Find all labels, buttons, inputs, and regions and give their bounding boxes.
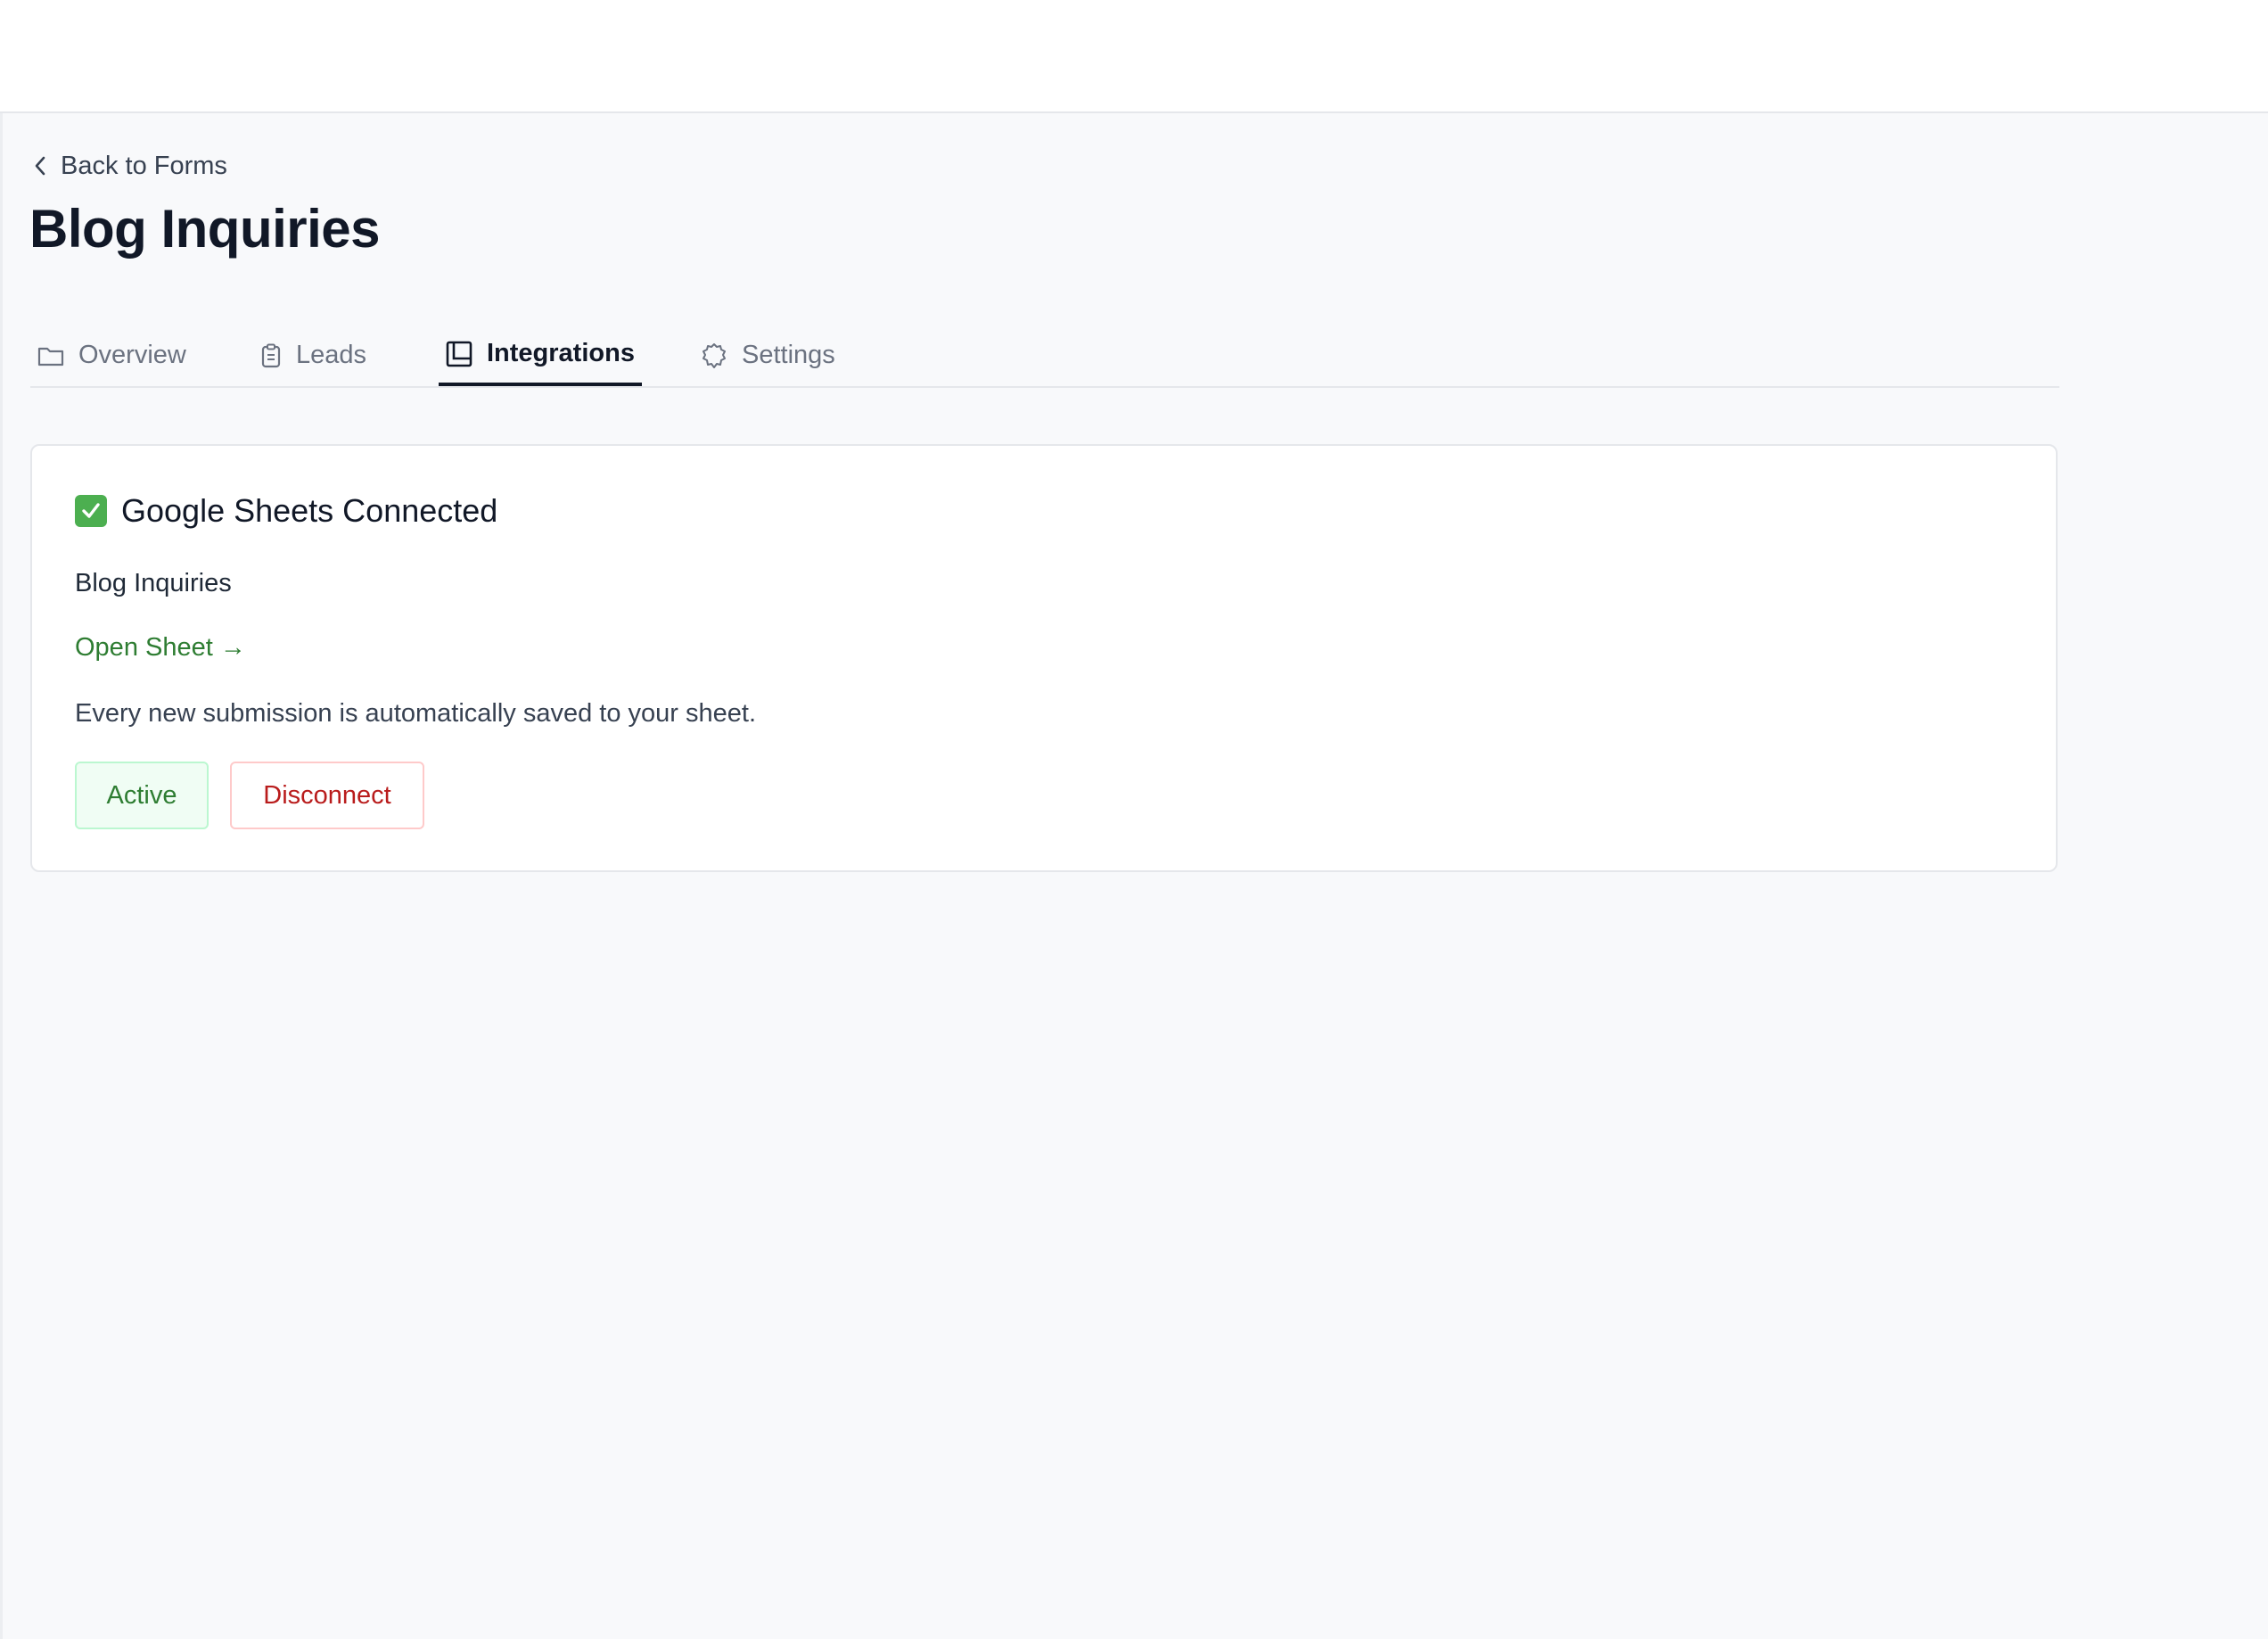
tab-settings[interactable]: Settings: [701, 325, 835, 386]
tab-label: Overview: [78, 341, 186, 369]
sidebar-edge: [0, 113, 3, 1639]
integration-title-text: Google Sheets Connected: [121, 492, 498, 529]
tab-label: Settings: [742, 341, 835, 369]
tab-overview[interactable]: Overview: [37, 325, 186, 386]
top-header-bar: [0, 0, 2268, 113]
layout-icon: [446, 341, 472, 367]
integration-description: Every new submission is automatically sa…: [75, 699, 757, 728]
clipboard-icon: [260, 343, 282, 368]
gear-icon: [701, 342, 727, 369]
open-sheet-link[interactable]: Open Sheet →: [75, 633, 246, 663]
folder-icon: [37, 344, 64, 367]
back-to-forms-link[interactable]: Back to Forms: [32, 148, 227, 184]
check-mark-icon: [75, 495, 107, 527]
google-sheets-integration-card: Google Sheets Connected Blog Inquiries O…: [30, 444, 2058, 872]
tab-label: Integrations: [487, 339, 635, 367]
active-status-button[interactable]: Active: [75, 762, 209, 829]
sheet-name: Blog Inquiries: [75, 569, 232, 597]
page-title: Blog Inquiries: [29, 199, 381, 259]
chevron-left-icon: [32, 155, 48, 177]
tab-label: Leads: [296, 341, 367, 369]
tab-integrations[interactable]: Integrations: [439, 325, 642, 386]
integration-title: Google Sheets Connected: [75, 492, 497, 530]
tab-bar: Overview Leads Integrations Settings: [30, 325, 2059, 388]
disconnect-button[interactable]: Disconnect: [230, 762, 424, 829]
back-link-label: Back to Forms: [61, 151, 227, 180]
tab-leads[interactable]: Leads: [260, 325, 366, 386]
